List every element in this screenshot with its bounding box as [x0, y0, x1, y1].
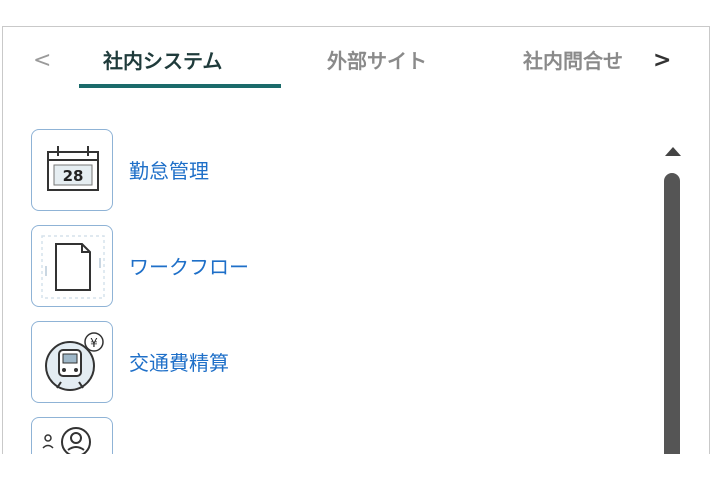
- list-item-label: ワークフロー: [129, 255, 249, 279]
- train-yen-icon: ¥: [31, 321, 113, 403]
- tab-internal-systems[interactable]: 社内システム: [103, 47, 263, 75]
- yen-symbol-text: ¥: [90, 336, 98, 350]
- list-item-label: 交通費精算: [129, 351, 229, 375]
- tab-prev-arrow[interactable]: <: [33, 49, 51, 73]
- people-icon: [31, 417, 113, 454]
- tab-bar: < 社内システム 外部サイト 社内問合せ >: [3, 27, 709, 97]
- list-item-partial[interactable]: [31, 417, 591, 454]
- tab-internal-inquiries[interactable]: 社内問合せ: [523, 47, 639, 75]
- link-list: 28 勤怠管理 ワークフロー ¥ 交通費精算: [3, 123, 653, 454]
- list-item-transport-expense[interactable]: ¥ 交通費精算: [31, 321, 591, 405]
- list-item-attendance[interactable]: 28 勤怠管理: [31, 129, 591, 213]
- document-icon: [31, 225, 113, 307]
- scroll-up-arrow-icon[interactable]: [665, 147, 681, 156]
- tab-next-arrow[interactable]: >: [653, 49, 671, 73]
- calendar-day-text: 28: [63, 167, 84, 185]
- list-item-workflow[interactable]: ワークフロー: [31, 225, 591, 309]
- list-item-label: 勤怠管理: [129, 159, 209, 183]
- active-tab-indicator: [79, 84, 281, 88]
- scroll-thumb[interactable]: [664, 173, 680, 454]
- tab-external-sites[interactable]: 外部サイト: [327, 47, 457, 75]
- vertical-scrollbar[interactable]: [659, 127, 689, 454]
- app-panel: < 社内システム 外部サイト 社内問合せ > 28 勤怠管理 ワークフロー ¥ …: [2, 26, 710, 454]
- calendar-icon: 28: [31, 129, 113, 211]
